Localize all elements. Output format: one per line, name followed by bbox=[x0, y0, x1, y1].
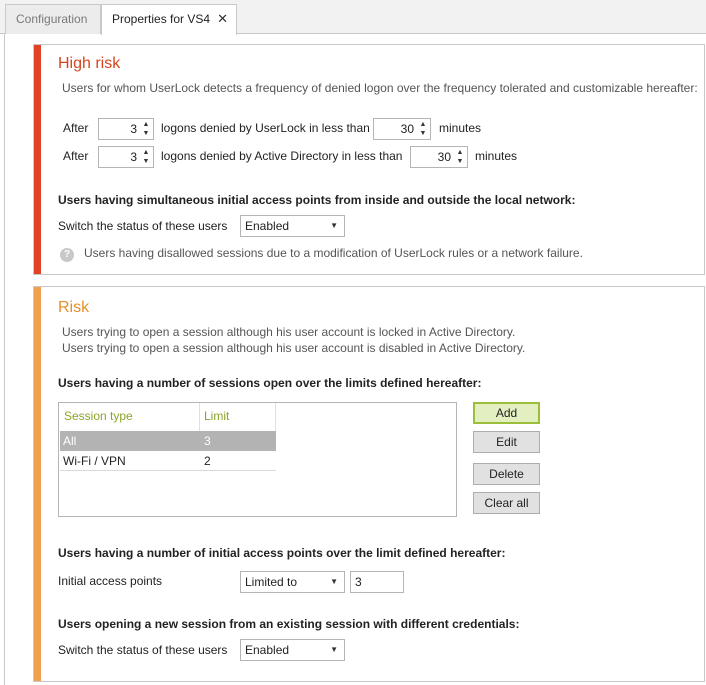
list-header: Session type Limit bbox=[59, 403, 456, 431]
column-divider bbox=[275, 403, 276, 431]
spinner-arrows[interactable]: ▲ ▼ bbox=[454, 148, 466, 166]
table-row[interactable]: All 3 bbox=[60, 431, 276, 451]
spinner-arrows[interactable]: ▲ ▼ bbox=[417, 120, 429, 138]
spin-down-icon[interactable]: ▼ bbox=[140, 129, 152, 138]
rule1-count-spinner[interactable]: 3 ▲ ▼ bbox=[98, 118, 154, 140]
add-button[interactable]: Add bbox=[473, 402, 540, 424]
tab-properties-vs4[interactable]: Properties for VS4 ✕ bbox=[101, 4, 237, 35]
input-value: 3 bbox=[355, 575, 362, 589]
simultaneous-heading: Users having simultaneous initial access… bbox=[58, 193, 576, 207]
chevron-down-icon[interactable]: ▼ bbox=[330, 216, 338, 236]
high-risk-title: High risk bbox=[58, 55, 121, 72]
spin-up-icon[interactable]: ▲ bbox=[140, 148, 152, 157]
help-icon[interactable]: ? bbox=[60, 248, 74, 262]
switch-status-label: Switch the status of these users bbox=[58, 219, 228, 233]
access-mode-select[interactable]: Limited to ▼ bbox=[240, 571, 345, 593]
credentials-switch-select[interactable]: Enabled ▼ bbox=[240, 639, 345, 661]
rule2-after-label: After bbox=[63, 149, 89, 163]
risk-locked-text: Users trying to open a session although … bbox=[62, 325, 516, 339]
select-value: Enabled bbox=[245, 643, 290, 657]
column-divider bbox=[199, 403, 200, 431]
edit-button[interactable]: Edit bbox=[473, 431, 540, 453]
disallowed-sessions-text: Users having disallowed sessions due to … bbox=[84, 246, 583, 260]
spin-down-icon[interactable]: ▼ bbox=[454, 157, 466, 166]
rule2-middle-label: logons denied by Active Directory in les… bbox=[161, 149, 403, 163]
rule1-after-label: After bbox=[63, 121, 89, 135]
spinner-arrows[interactable]: ▲ ▼ bbox=[140, 120, 152, 138]
credentials-heading: Users opening a new session from an exis… bbox=[58, 617, 520, 631]
tab-label: Configuration bbox=[16, 12, 88, 26]
close-icon[interactable]: ✕ bbox=[217, 5, 228, 33]
rule1-minutes-spinner[interactable]: 30 ▲ ▼ bbox=[373, 118, 431, 140]
rule2-minutes-label: minutes bbox=[475, 149, 518, 163]
spin-down-icon[interactable]: ▼ bbox=[417, 129, 429, 138]
column-session-type[interactable]: Session type bbox=[64, 409, 133, 423]
chevron-down-icon[interactable]: ▼ bbox=[330, 572, 338, 592]
session-limits-list[interactable]: Session type Limit All 3 Wi-Fi / VPN 2 bbox=[58, 402, 457, 517]
select-value: Limited to bbox=[245, 575, 298, 589]
switch-status-select[interactable]: Enabled ▼ bbox=[240, 215, 345, 237]
column-limit[interactable]: Limit bbox=[204, 409, 229, 423]
spinner-value: 30 bbox=[400, 122, 414, 136]
spinner-value: 3 bbox=[130, 122, 137, 136]
spin-up-icon[interactable]: ▲ bbox=[140, 120, 152, 129]
limit-cell: 3 bbox=[204, 434, 211, 448]
spinner-arrows[interactable]: ▲ ▼ bbox=[140, 148, 152, 166]
delete-button[interactable]: Delete bbox=[473, 463, 540, 485]
risk-disabled-text: Users trying to open a session although … bbox=[62, 341, 526, 355]
access-points-label: Initial access points bbox=[58, 574, 163, 588]
risk-title: Risk bbox=[58, 299, 90, 316]
access-points-input[interactable]: 3 bbox=[350, 571, 404, 593]
clear-all-button[interactable]: Clear all bbox=[473, 492, 540, 514]
access-points-heading: Users having a number of initial access … bbox=[58, 546, 506, 560]
rule1-minutes-label: minutes bbox=[439, 121, 482, 135]
select-value: Enabled bbox=[245, 219, 290, 233]
session-type-cell: All bbox=[63, 434, 77, 448]
limit-cell: 2 bbox=[204, 454, 211, 468]
high-risk-description: Users for whom UserLock detects a freque… bbox=[62, 81, 698, 95]
tab-configuration[interactable]: Configuration bbox=[5, 4, 101, 34]
tab-bar: Configuration Properties for VS4 ✕ bbox=[0, 0, 706, 35]
spinner-value: 30 bbox=[437, 150, 451, 164]
risk-accent-bar bbox=[34, 287, 41, 681]
rule2-minutes-spinner[interactable]: 30 ▲ ▼ bbox=[410, 146, 468, 168]
spinner-value: 3 bbox=[130, 150, 137, 164]
high-risk-accent-bar bbox=[34, 45, 41, 274]
spin-down-icon[interactable]: ▼ bbox=[140, 157, 152, 166]
spin-up-icon[interactable]: ▲ bbox=[417, 120, 429, 129]
sessions-heading: Users having a number of sessions open o… bbox=[58, 376, 482, 390]
credentials-switch-label: Switch the status of these users bbox=[58, 643, 228, 657]
chevron-down-icon[interactable]: ▼ bbox=[330, 640, 338, 660]
tab-label: Properties for VS4 bbox=[112, 12, 211, 26]
table-row[interactable]: Wi-Fi / VPN 2 bbox=[60, 451, 276, 471]
rule2-count-spinner[interactable]: 3 ▲ ▼ bbox=[98, 146, 154, 168]
session-type-cell: Wi-Fi / VPN bbox=[63, 454, 126, 468]
spin-up-icon[interactable]: ▲ bbox=[454, 148, 466, 157]
rule1-middle-label: logons denied by UserLock in less than bbox=[161, 121, 370, 135]
